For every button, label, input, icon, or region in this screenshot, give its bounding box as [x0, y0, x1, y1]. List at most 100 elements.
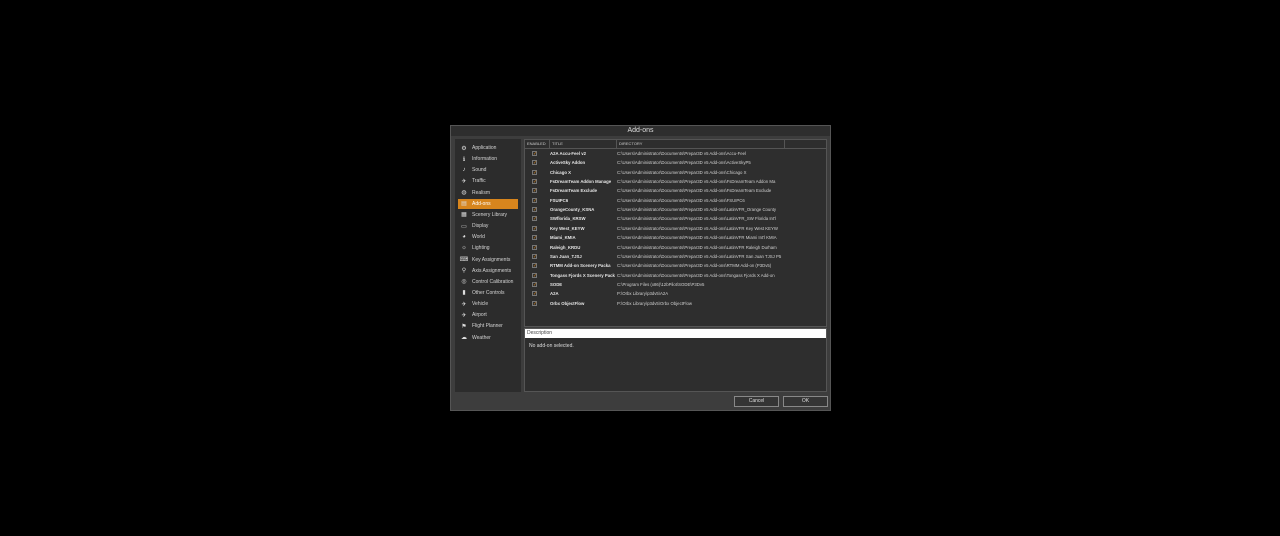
info-icon: ℹ — [462, 156, 466, 163]
table-row[interactable]: ✓ A2A Accu-Feel v2 C:\Users\Administrator\… — [525, 149, 783, 158]
enabled-checkbox[interactable]: ✓ — [532, 188, 537, 194]
addon-title: Chicago X — [550, 169, 572, 175]
sidebar-item-application[interactable]: ⚙ Application — [458, 143, 518, 153]
addon-directory: C:\Users\Administrator\Documents\Prepar3… — [617, 272, 775, 278]
sidebar-item-airport[interactable]: ✈ Airport — [458, 310, 518, 320]
enabled-checkbox[interactable]: ✓ — [532, 253, 537, 259]
sidebar-item-label: Axis Assignments — [472, 267, 512, 274]
addon-directory: C:\Users\Administrator\Documents\Prepar3… — [617, 160, 751, 166]
addon-directory: C:\Users\Administrator\Documents\Prepar3… — [617, 197, 745, 203]
enabled-checkbox[interactable]: ✓ — [532, 160, 537, 166]
enabled-checkbox[interactable]: ✓ — [532, 225, 537, 231]
sidebar-item-axis-assignments[interactable]: ⚲ Axis Assignments — [458, 266, 518, 276]
table-row[interactable]: ✓ Chicago X C:\Users\Administrator\Documen… — [525, 168, 783, 177]
column-header-directory[interactable]: DIRECTORY — [617, 140, 785, 148]
sidebar-item-display[interactable]: ▭ Display — [458, 221, 518, 231]
addon-title: Orbx ObjectFlow — [550, 300, 585, 306]
table-row[interactable]: ✓ ActiveSky Addon C:\Users\Administrator\D… — [525, 158, 783, 167]
enabled-checkbox[interactable]: ✓ — [532, 235, 537, 241]
enabled-checkbox[interactable]: ✓ — [532, 291, 537, 297]
joystick-icon: ⚲ — [461, 268, 467, 275]
sidebar-item-lighting[interactable]: ☼ Lighting — [458, 243, 518, 253]
library-icon: ▦ — [461, 212, 467, 219]
sidebar-item-label: Other Controls — [472, 289, 505, 296]
addon-title: SWflorida_KRSW — [550, 216, 586, 222]
table-row[interactable]: ✓ FSUIPC6 C:\Users\Administrator\Documents… — [525, 196, 783, 205]
table-row[interactable]: ✓ RTMM Add-on Scenery Packa C:\Users\Admin… — [525, 261, 783, 270]
enabled-checkbox[interactable]: ✓ — [532, 216, 537, 222]
description-header: Description — [525, 329, 826, 338]
table-row[interactable]: ✓ San Juan_TJSJ C:\Users\Administrator\Doc… — [525, 252, 783, 261]
addons-list[interactable]: ENABLED TITLE DIRECTORY ✓ A2A Accu-Feel v… — [524, 139, 827, 327]
sidebar-item-realism[interactable]: ◍ Realism — [458, 188, 518, 198]
enabled-checkbox[interactable]: ✓ — [532, 281, 537, 287]
sidebar-item-label: Control Calibration — [472, 278, 514, 285]
addon-title: FsDreamTeam Exclude — [550, 188, 597, 194]
enabled-checkbox[interactable]: ✓ — [532, 151, 537, 157]
enabled-checkbox[interactable]: ✓ — [532, 263, 537, 269]
enabled-checkbox[interactable]: ✓ — [532, 207, 537, 213]
sidebar-item-scenery-library[interactable]: ▦ Scenery Library — [458, 210, 518, 220]
enabled-checkbox[interactable]: ✓ — [532, 244, 537, 250]
sidebar-item-label: Vehicle — [472, 301, 489, 308]
enabled-checkbox[interactable]: ✓ — [532, 272, 537, 278]
addon-title: Tongass Fjords X Scenery Pack — [550, 272, 615, 278]
sidebar-item-label: Display — [472, 223, 489, 230]
addon-directory: C:\Users\Administrator\Documents\Prepar3… — [617, 151, 746, 156]
table-row[interactable]: ✓ Miami_KMIA C:\Users\Administrator\Docume… — [525, 233, 783, 242]
enabled-checkbox[interactable]: ✓ — [532, 169, 537, 175]
sidebar-item-world[interactable]: ◕ World — [458, 232, 518, 242]
addon-directory: C:\Program Files (x86)\12bPilot\SODE\P3D… — [617, 281, 705, 287]
sidebar-item-label: Key Assignments — [472, 256, 511, 263]
sidebar-item-label: Traffic — [472, 178, 486, 185]
speaker-icon: ♪ — [462, 167, 466, 174]
ok-button[interactable]: OK — [783, 396, 828, 407]
globe-icon: ◍ — [461, 190, 467, 197]
sidebar-item-add-ons[interactable]: ▤ Add-ons — [458, 198, 518, 209]
sidebar-item-information[interactable]: ℹ Information — [458, 154, 518, 164]
addon-title: A2A Accu-Feel v2 — [550, 151, 586, 156]
addon-title: SODE — [550, 281, 563, 287]
enabled-checkbox[interactable]: ✓ — [532, 197, 537, 203]
gears-icon: ⚙ — [461, 145, 467, 152]
sidebar-item-traffic[interactable]: ✈ Traffic — [458, 176, 518, 186]
table-row[interactable]: ✓ SWflorida_KRSW C:\Users\Administrator\Do… — [525, 214, 783, 223]
description-text: No add-on selected. — [529, 343, 574, 349]
monitor-icon: ▭ — [461, 223, 467, 230]
table-row[interactable]: ✓ FsDreamTeam Exclude C:\Users\Administrat… — [525, 186, 783, 195]
addon-directory: P:\Orbx Library\p3dv5\Orbx ObjectFlow — [617, 300, 692, 306]
addon-title: FSUIPC6 — [550, 197, 569, 203]
traffic-icon: ✈ — [461, 178, 467, 185]
table-row[interactable]: ✓ OrangeCounty_KSNA C:\Users\Administrator… — [525, 205, 783, 214]
addon-title: Key West_KEYW — [550, 225, 585, 231]
table-row[interactable]: ✓ SODE C:\Program Files (x86)\12bPilot\SOD… — [525, 280, 783, 289]
addon-directory: C:\Users\Administrator\Documents\Prepar3… — [617, 169, 747, 175]
sidebar-item-label: Lighting — [472, 245, 490, 252]
controls-icon: ▮ — [462, 290, 466, 297]
sidebar-item-control-calibration[interactable]: ◎ Control Calibration — [458, 277, 518, 287]
addon-title: RTMM Add-on Scenery Packa — [550, 263, 611, 269]
addon-directory: C:\Users\Administrator\Documents\Prepar3… — [617, 244, 777, 250]
table-row[interactable]: ✓ Key West_KEYW C:\Users\Administrator\Doc… — [525, 224, 783, 233]
enabled-checkbox[interactable]: ✓ — [532, 300, 537, 306]
table-row[interactable]: ✓ A2A P:\Orbx Library\p3dv5\A2A — [525, 289, 783, 298]
addon-title: FsDreamTeam Addon Manage — [550, 179, 612, 185]
enabled-checkbox[interactable]: ✓ — [532, 179, 537, 185]
table-row[interactable]: ✓ FsDreamTeam Addon Manage C:\Users\Admini… — [525, 177, 783, 186]
cancel-button[interactable]: Cancel — [734, 396, 779, 407]
airport-icon: ✈ — [461, 312, 467, 319]
sidebar-item-key-assignments[interactable]: ⌨ Key Assignments — [458, 255, 518, 265]
sidebar-item-vehicle[interactable]: ✈ Vehicle — [458, 299, 518, 309]
sidebar-item-weather[interactable]: ☁ Weather — [458, 333, 518, 343]
column-header-title[interactable]: TITLE — [550, 140, 617, 148]
table-row[interactable]: ✓ Tongass Fjords X Scenery Pack C:\Users\A… — [525, 271, 783, 280]
world-icon: ◕ — [462, 234, 466, 241]
table-row[interactable]: ✓ Orbx ObjectFlow P:\Orbx Library\p3dv5\Or… — [525, 299, 783, 308]
sidebar-item-flight-planner[interactable]: ⚑ Flight Planner — [458, 321, 518, 331]
sidebar-item-sound[interactable]: ♪ Sound — [458, 165, 518, 175]
sidebar-item-label: World — [472, 234, 485, 241]
addon-directory: C:\Users\Administrator\Documents\Prepar3… — [617, 225, 778, 231]
sidebar-item-other-controls[interactable]: ▮ Other Controls — [458, 288, 518, 298]
table-row[interactable]: ✓ Raleigh_KRDU C:\Users\Administrator\Docu… — [525, 243, 783, 252]
column-header-enabled[interactable]: ENABLED — [525, 140, 550, 148]
